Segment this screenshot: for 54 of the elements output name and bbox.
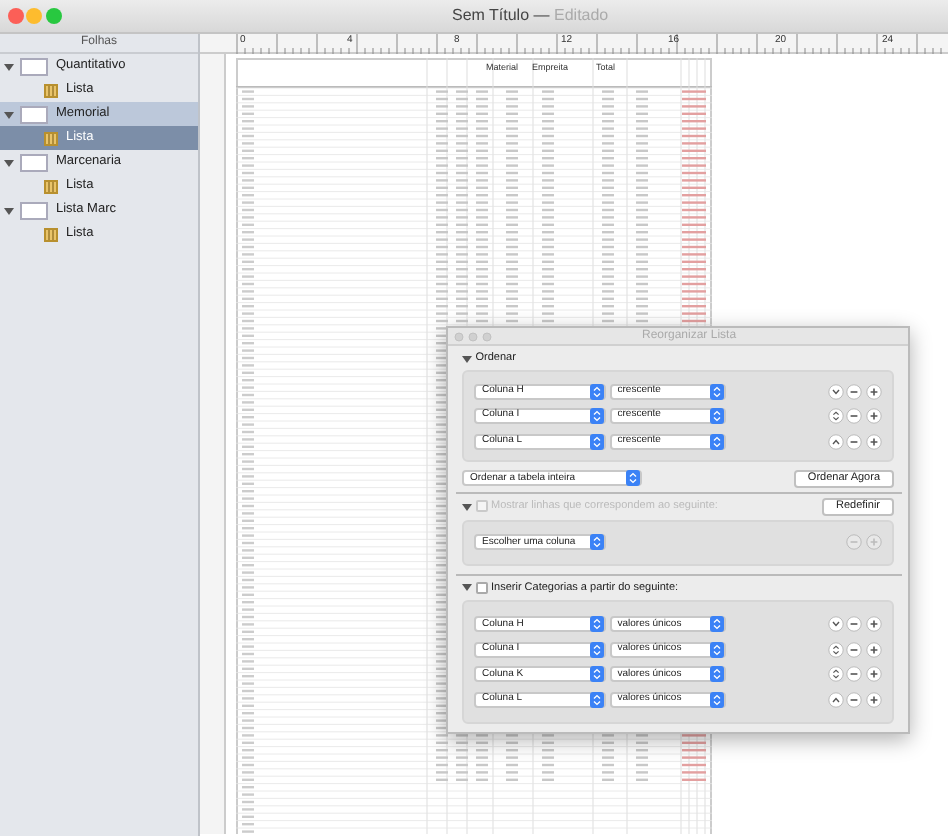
remove-icon[interactable] [846, 616, 863, 633]
sheet-thumbnail-icon [20, 57, 48, 75]
dropdown-arrows-icon [590, 534, 604, 551]
add-icon[interactable] [866, 408, 882, 424]
add-icon[interactable] [866, 691, 882, 708]
close-icon[interactable] [7, 8, 23, 24]
remove-icon[interactable] [846, 433, 863, 449]
disclosure-triangle-icon[interactable] [462, 582, 472, 593]
remove-icon[interactable] [846, 383, 863, 399]
disclosure-triangle-icon[interactable] [4, 61, 14, 71]
dropdown-arrows-icon [590, 691, 604, 708]
sheet-thumbnail-icon [20, 153, 48, 171]
dropdown-arrows-icon [709, 666, 724, 683]
sheet-thumbnail-icon [20, 201, 48, 219]
disclosure-triangle-icon[interactable] [4, 205, 14, 215]
add-icon[interactable] [866, 616, 882, 633]
window-title: Sem Título — Editado [452, 4, 609, 28]
add-icon[interactable] [866, 666, 882, 683]
move-up-down-icon[interactable] [827, 666, 843, 683]
dropdown-arrows-icon [590, 408, 604, 424]
remove-icon[interactable] [846, 666, 863, 683]
dropdown-arrows-icon [709, 383, 724, 399]
checkbox[interactable] [475, 581, 488, 594]
add-icon[interactable] [866, 433, 882, 449]
add-icon[interactable] [866, 641, 882, 658]
dropdown-arrows-icon [590, 666, 604, 683]
dropdown-arrows-icon [590, 383, 604, 399]
add-icon[interactable] [866, 383, 882, 399]
dropdown-arrows-icon [709, 691, 724, 708]
move-up-icon[interactable] [827, 691, 843, 708]
disclosure-triangle-icon[interactable] [4, 157, 14, 167]
disclosure-triangle-icon[interactable] [462, 353, 472, 364]
list-icon [44, 227, 58, 241]
remove-icon[interactable] [846, 691, 863, 708]
remove-icon[interactable] [846, 641, 863, 658]
dropdown-arrows-icon [590, 641, 604, 658]
list-icon [44, 131, 58, 145]
remove-icon[interactable] [846, 408, 863, 424]
disclosure-triangle-icon[interactable] [4, 109, 14, 119]
list-icon [44, 179, 58, 193]
move-up-icon[interactable] [827, 433, 843, 449]
dropdown-arrows-icon [590, 616, 604, 633]
list-icon [44, 83, 58, 97]
dropdown-arrows-icon [709, 616, 724, 633]
move-down-icon[interactable] [827, 383, 843, 399]
sheet-thumbnail-icon [20, 105, 48, 123]
dropdown-arrows-icon [626, 470, 640, 487]
move-up-down-icon[interactable] [827, 641, 843, 658]
move-up-down-icon[interactable] [827, 408, 843, 424]
dropdown-arrows-icon [709, 408, 724, 424]
dropdown-arrows-icon [709, 433, 724, 449]
dropdown-arrows-icon [590, 433, 604, 449]
dropdown-arrows-icon [709, 641, 724, 658]
move-down-icon[interactable] [827, 616, 843, 633]
